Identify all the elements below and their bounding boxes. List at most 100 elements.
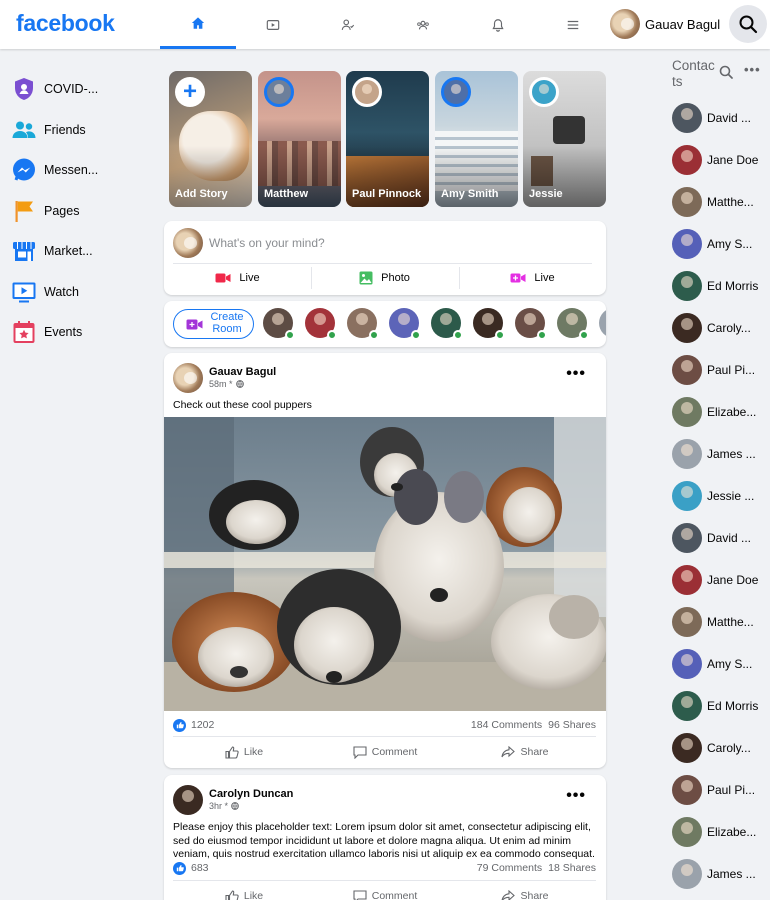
like-button[interactable]: Like (174, 741, 314, 763)
avatar (672, 733, 702, 763)
tab-menu[interactable] (535, 0, 611, 49)
sidebar-item-messenger[interactable]: Messen... (0, 150, 155, 191)
contact-item[interactable]: Ed Morris (672, 271, 758, 301)
post-author[interactable]: Carolyn Duncan (209, 788, 293, 800)
sidebar-item-watch[interactable]: Watch (0, 272, 155, 313)
tab-watch[interactable] (235, 0, 311, 49)
puppies-photo (164, 417, 606, 711)
contact-item[interactable]: David ... (672, 523, 751, 553)
story-card[interactable]: Matthew (258, 71, 341, 207)
room-contact[interactable] (431, 308, 463, 340)
live-room-button[interactable]: Live (459, 267, 606, 289)
sidebar-item-label: Friends (44, 122, 86, 137)
contacts-search-button[interactable] (719, 65, 733, 84)
contact-item[interactable]: Ed Morris (672, 691, 758, 721)
share-button[interactable]: Share (455, 885, 595, 900)
room-contact[interactable] (347, 308, 379, 340)
avatar (672, 607, 702, 637)
room-contact[interactable] (263, 308, 295, 340)
contact-item[interactable]: Caroly... (672, 313, 751, 343)
room-contact[interactable] (557, 308, 589, 340)
thumbs-up-icon (225, 745, 239, 759)
like-button[interactable]: Like (174, 885, 314, 900)
contact-item[interactable]: Matthe... (672, 187, 754, 217)
share-count[interactable]: 18 Shares (548, 862, 596, 874)
share-label: Share (520, 890, 549, 900)
profile-button[interactable]: Gauav Bagul (610, 9, 720, 39)
contact-item[interactable]: Amy S... (672, 649, 752, 679)
plus-icon[interactable]: + (175, 77, 205, 107)
tab-friends[interactable] (310, 0, 386, 49)
sidebar-item-marketplace[interactable]: Market... (0, 231, 155, 272)
contact-item[interactable]: Amy S... (672, 229, 752, 259)
story-card-add[interactable]: + Add Story (169, 71, 252, 207)
composer-input[interactable]: What's on your mind? (209, 236, 325, 250)
live-video-button[interactable]: Live (164, 267, 311, 289)
groups-icon (417, 20, 429, 29)
sidebar-item-pages[interactable]: Pages (0, 191, 155, 232)
post-author[interactable]: Gauav Bagul (209, 366, 276, 378)
post-image[interactable] (164, 417, 606, 711)
photo-button[interactable]: Photo (311, 267, 458, 289)
contact-item[interactable]: Jane Doe (672, 145, 758, 175)
avatar (672, 145, 702, 175)
comment-label: Comment (371, 890, 418, 900)
contact-item[interactable]: James ... (672, 439, 756, 469)
story-card[interactable]: Paul Pinnock (346, 71, 429, 207)
contact-item[interactable]: Matthe... (672, 607, 754, 637)
comment-button[interactable]: Comment (315, 741, 455, 763)
contact-name: Jane Doe (707, 573, 759, 587)
room-contact[interactable] (305, 308, 337, 340)
comment-count[interactable]: 79 Comments (477, 862, 542, 874)
sidebar-item-friends[interactable]: Friends (0, 110, 155, 151)
search-button[interactable] (729, 5, 767, 43)
facebook-logo[interactable]: facebook (16, 10, 115, 37)
room-contact[interactable] (515, 308, 547, 340)
sidebar-item-covid[interactable]: COVID-... (0, 69, 155, 110)
avatar (672, 817, 702, 847)
share-icon (501, 746, 516, 758)
contact-item[interactable]: Elizabe... (672, 397, 756, 427)
contact-item[interactable]: David ... (672, 103, 751, 133)
tab-notifications[interactable] (460, 0, 536, 49)
avatar[interactable] (173, 785, 203, 815)
avatar (610, 9, 640, 39)
contact-name: Jane Doe (707, 153, 759, 167)
contact-item[interactable]: Jessie ... (672, 481, 754, 511)
story-card[interactable]: Amy Smith (435, 71, 518, 207)
story-card[interactable]: Jessie (523, 71, 606, 207)
comment-count[interactable]: 184 Comments (471, 719, 542, 731)
shield-icon (12, 77, 36, 101)
room-contact[interactable] (599, 308, 606, 338)
tab-groups[interactable] (385, 0, 461, 49)
contact-item[interactable]: Jane Doe (672, 565, 758, 595)
avatar (672, 523, 702, 553)
sidebar-item-label: Watch (44, 284, 79, 299)
more-options-icon[interactable]: ••• (566, 365, 586, 383)
more-options-icon[interactable]: ••• (744, 62, 761, 77)
avatar[interactable] (173, 363, 203, 393)
contact-name: Amy S... (707, 237, 753, 251)
room-contact[interactable] (389, 308, 421, 340)
avatar (599, 308, 606, 338)
room-contact[interactable] (473, 308, 505, 340)
rooms-bar: Create Room (164, 301, 606, 347)
like-count[interactable]: 1202 (191, 719, 214, 731)
more-options-icon[interactable]: ••• (566, 787, 586, 805)
contact-item[interactable]: Paul Pi... (672, 775, 755, 805)
share-icon (502, 890, 516, 900)
comment-button[interactable]: Comment (315, 885, 455, 900)
share-button[interactable]: Share (455, 741, 595, 763)
contact-item[interactable]: Elizabe... (672, 817, 756, 847)
contact-item[interactable]: Caroly... (672, 733, 751, 763)
like-count[interactable]: 683 (191, 862, 209, 874)
tab-home[interactable] (160, 0, 236, 49)
share-count[interactable]: 96 Shares (548, 719, 596, 731)
contact-item[interactable]: Paul Pi... (672, 355, 755, 385)
like-label: Like (243, 890, 264, 900)
contact-name: Caroly... (707, 741, 751, 755)
sidebar-item-events[interactable]: Events (0, 312, 155, 353)
contact-item[interactable]: James ... (672, 859, 756, 889)
story-label: Amy Smith (441, 188, 499, 200)
create-room-button[interactable]: Create Room (173, 309, 254, 339)
